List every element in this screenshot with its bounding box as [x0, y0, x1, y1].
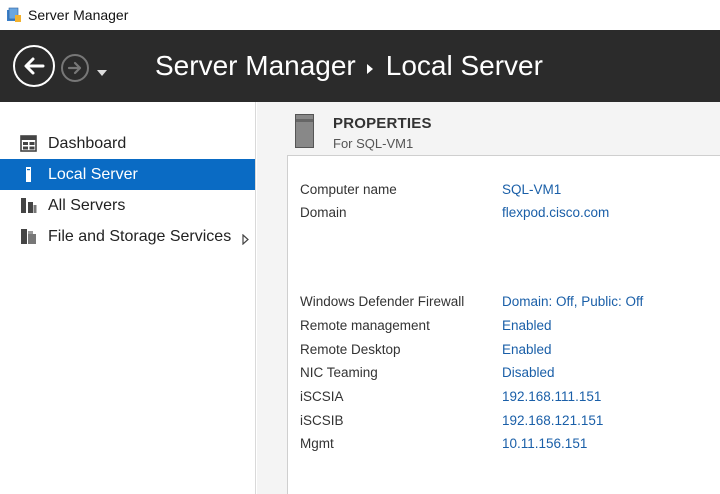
property-row-mgmt: Mgmt 10.11.156.151: [300, 433, 587, 453]
sidebar-item-file-and-storage-services[interactable]: File and Storage Services: [0, 221, 255, 252]
property-value-link[interactable]: Enabled: [502, 342, 552, 357]
arrow-right-icon: [67, 61, 82, 75]
property-row-computer-name: Computer name SQL-VM1: [300, 179, 561, 199]
sidebar-item-all-servers[interactable]: All Servers: [0, 190, 255, 221]
property-label: Domain: [300, 204, 347, 220]
property-label: Computer name: [300, 181, 397, 197]
property-label: Windows Defender Firewall: [300, 293, 465, 309]
title-bar: Server Manager: [0, 0, 720, 30]
properties-server-icon: [295, 114, 314, 148]
sidebar-item-local-server[interactable]: Local Server: [0, 159, 255, 190]
back-button[interactable]: [13, 45, 55, 87]
breadcrumb-root[interactable]: Server Manager: [155, 50, 356, 82]
main-content: PROPERTIES For SQL-VM1 Computer name SQL…: [257, 102, 720, 494]
file-storage-icon: [21, 229, 36, 244]
sidebar-item-dashboard[interactable]: Dashboard: [0, 128, 255, 159]
property-row-iscsia: iSCSIA 192.168.111.151: [300, 386, 601, 406]
property-row-remote-management: Remote management Enabled: [300, 315, 552, 335]
arrow-left-icon: [24, 57, 45, 75]
chevron-right-icon[interactable]: [242, 232, 249, 250]
property-row-firewall: Windows Defender Firewall Domain: Off, P…: [300, 291, 643, 311]
properties-title: PROPERTIES: [333, 115, 432, 132]
window-title: Server Manager: [28, 7, 129, 23]
breadcrumb-current: Local Server: [385, 50, 543, 81]
chevron-down-icon: [97, 70, 107, 76]
property-label: iSCSIB: [300, 412, 344, 428]
property-row-remote-desktop: Remote Desktop Enabled: [300, 339, 552, 359]
property-label: iSCSIA: [300, 388, 344, 404]
sidebar-item-label: Dashboard: [48, 134, 127, 152]
history-dropdown-button[interactable]: [96, 64, 108, 82]
property-row-nic-teaming: NIC Teaming Disabled: [300, 362, 555, 382]
property-row-iscsib: iSCSIB 192.168.121.151: [300, 410, 603, 430]
property-label: NIC Teaming: [300, 364, 378, 380]
breadcrumb-separator-icon: [366, 50, 374, 82]
property-value-link[interactable]: flexpod.cisco.com: [502, 205, 609, 220]
sidebar: Dashboard Local Server All Servers File …: [0, 102, 256, 494]
property-label: Mgmt: [300, 435, 334, 451]
property-value-link[interactable]: Disabled: [502, 365, 555, 380]
property-value-link[interactable]: Enabled: [502, 318, 552, 333]
properties-panel: Computer name SQL-VM1 Domain flexpod.cis…: [287, 155, 720, 494]
local-server-icon: [26, 167, 31, 182]
property-value-link[interactable]: 192.168.111.151: [502, 389, 601, 404]
header-bar: Server Manager Local Server: [0, 30, 720, 102]
property-label: Remote Desktop: [300, 341, 401, 357]
property-value-link[interactable]: 192.168.121.151: [502, 413, 603, 428]
property-value-link[interactable]: 10.11.156.151: [502, 436, 587, 451]
properties-subtitle: For SQL-VM1: [333, 136, 414, 151]
property-label: Remote management: [300, 317, 430, 333]
server-manager-app-icon: [6, 7, 22, 23]
dashboard-icon: [20, 135, 37, 152]
sidebar-item-label: All Servers: [48, 196, 126, 214]
forward-button[interactable]: [61, 54, 89, 82]
property-row-domain: Domain flexpod.cisco.com: [300, 202, 609, 222]
sidebar-item-label: Local Server: [48, 165, 138, 183]
property-value-link[interactable]: Domain: Off, Public: Off: [502, 294, 643, 309]
property-value-link[interactable]: SQL-VM1: [502, 182, 561, 197]
all-servers-icon: [21, 198, 37, 213]
sidebar-item-label: File and Storage Services: [48, 227, 232, 245]
breadcrumb: Server Manager Local Server: [155, 50, 543, 82]
